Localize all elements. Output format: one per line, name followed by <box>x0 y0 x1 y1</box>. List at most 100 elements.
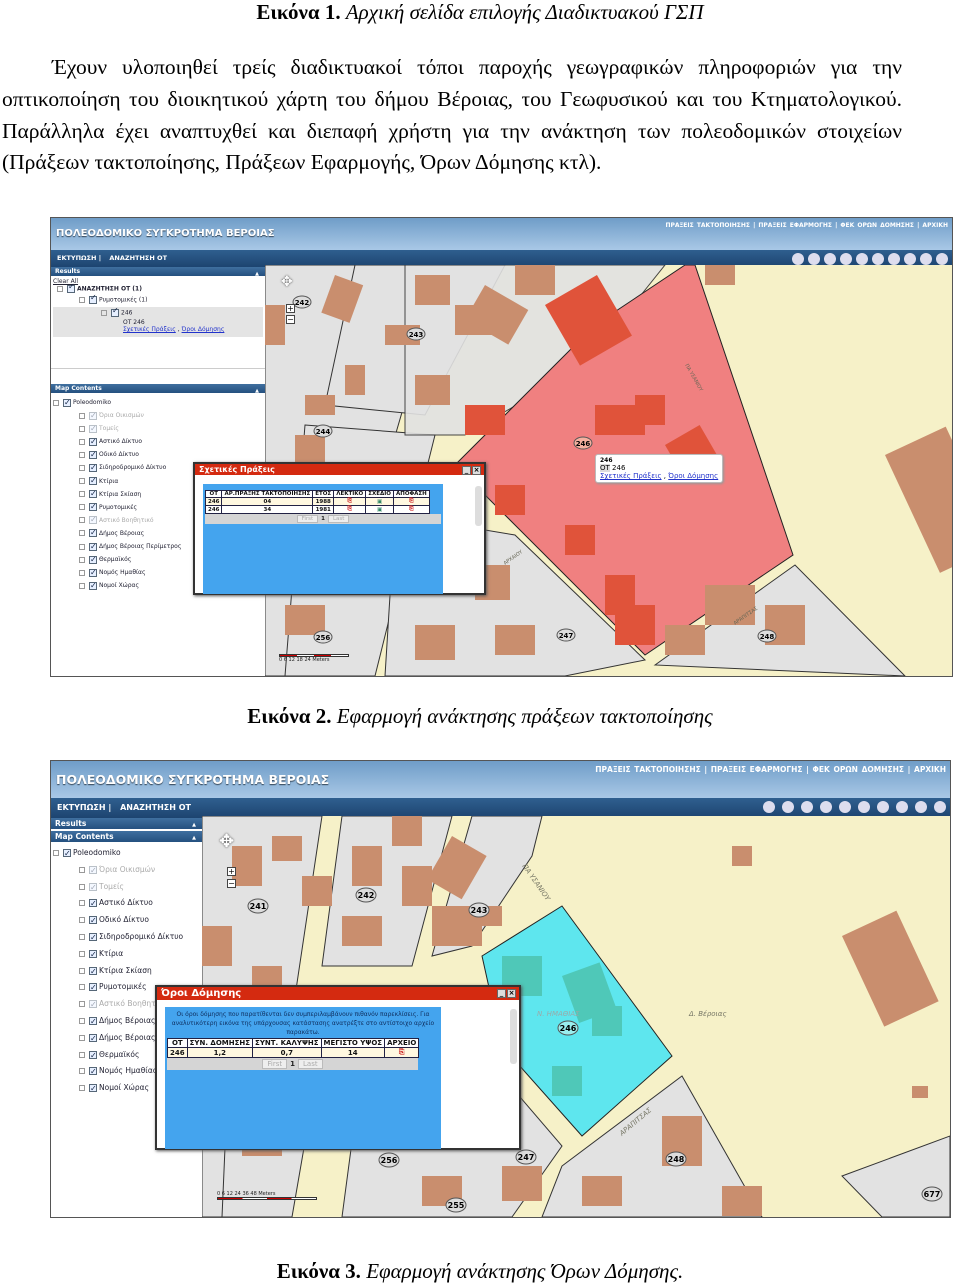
zoom-in-icon[interactable] <box>792 253 804 265</box>
expand-icon[interactable] <box>79 1051 85 1058</box>
checkbox[interactable] <box>89 566 97 579</box>
last-page-button[interactable]: Last <box>298 1059 323 1069</box>
checkbox[interactable] <box>89 448 97 461</box>
expand-icon[interactable] <box>79 967 85 974</box>
related-acts-link[interactable]: Σχετικές Πράξεις <box>600 472 662 480</box>
map-zoom-in-button[interactable]: + <box>227 867 236 876</box>
checkbox[interactable] <box>89 947 97 964</box>
first-page-button[interactable]: First <box>296 515 319 523</box>
image-icon[interactable]: ▣ <box>365 505 394 514</box>
checkbox[interactable] <box>111 306 119 317</box>
zoom-out-icon[interactable] <box>808 253 820 265</box>
collapse-icon[interactable] <box>53 850 59 856</box>
checkbox[interactable] <box>89 409 97 422</box>
pan-arrows-icon[interactable]: ✥ <box>219 831 234 852</box>
print-icon[interactable] <box>915 801 927 813</box>
link-praxeis-efarmogis[interactable]: ΠΡΑΞΕΙΣ ΕΦΑΡΜΟΓΗΣ <box>711 765 803 774</box>
checkbox[interactable] <box>89 1081 97 1098</box>
expand-icon[interactable] <box>79 900 85 907</box>
checkbox[interactable] <box>89 930 97 947</box>
expand-icon[interactable] <box>79 984 85 991</box>
collapse-icon[interactable] <box>53 399 59 406</box>
dialog-titlebar[interactable]: Σχετικές Πράξεις _ × <box>195 464 484 475</box>
map-zoom-out-button[interactable]: − <box>286 315 295 324</box>
expand-icon[interactable] <box>79 438 85 445</box>
link-fek[interactable]: ΦΕΚ ΟΡΩΝ ΔΟΜΗΣΗΣ <box>840 222 914 229</box>
layer-item[interactable]: Τομείς <box>53 879 200 896</box>
checkbox[interactable] <box>63 396 71 409</box>
checkbox[interactable] <box>89 526 97 540</box>
checkbox[interactable] <box>89 913 97 930</box>
minimize-icon[interactable]: _ <box>462 466 471 475</box>
checkbox[interactable] <box>67 282 75 293</box>
results-panel-header[interactable]: Results <box>51 818 202 829</box>
checkbox[interactable] <box>89 293 97 304</box>
expand-icon[interactable] <box>79 543 85 550</box>
checkbox[interactable] <box>89 880 97 896</box>
checkbox[interactable] <box>89 980 97 997</box>
layer-item[interactable]: Αστικό Δίκτυο <box>53 895 200 913</box>
checkbox[interactable] <box>89 1048 97 1064</box>
checkbox[interactable] <box>89 1064 97 1081</box>
map-contents-header[interactable]: Map Contents <box>51 831 202 842</box>
checkbox[interactable] <box>89 487 97 500</box>
expand-icon[interactable] <box>79 491 85 498</box>
expand-icon[interactable] <box>79 883 85 890</box>
measure-icon[interactable] <box>936 253 948 265</box>
forward-arrow-icon[interactable] <box>872 253 884 265</box>
results-panel-header[interactable]: Results <box>51 267 265 277</box>
scrollbar[interactable] <box>475 486 482 526</box>
collapse-icon[interactable] <box>79 297 85 303</box>
expand-icon[interactable] <box>79 504 85 511</box>
info-icon[interactable] <box>896 801 908 813</box>
measure-icon[interactable] <box>934 801 946 813</box>
expand-icon[interactable] <box>79 556 85 563</box>
expand-icon[interactable] <box>79 412 85 419</box>
link-praxeis-taktopoiisis[interactable]: ΠΡΑΞΕΙΣ ΤΑΚΤΟΠΟΙΗΣΗΣ <box>665 222 750 229</box>
checkbox[interactable] <box>89 474 97 487</box>
expand-icon[interactable] <box>79 451 85 458</box>
link-praxeis-efarmogis[interactable]: ΠΡΑΞΕΙΣ ΕΦΑΡΜΟΓΗΣ <box>758 222 832 229</box>
pdf-icon[interactable]: ⎘ <box>333 505 367 514</box>
pan-arrows-icon[interactable]: ✥ <box>281 274 293 290</box>
checkbox[interactable] <box>89 435 97 448</box>
layer-item[interactable]: Κτίρια Σκίαση <box>53 963 200 980</box>
pdf-icon[interactable]: ⎘ <box>384 1047 420 1058</box>
close-icon[interactable]: × <box>507 989 516 998</box>
last-page-button[interactable]: Last <box>327 515 350 523</box>
layer-item[interactable]: Οδικό Δίκτυο <box>53 912 200 930</box>
zoom-in-icon[interactable] <box>763 801 775 813</box>
expand-icon[interactable] <box>79 478 85 485</box>
expand-icon[interactable] <box>79 517 85 524</box>
related-acts-link[interactable]: Σχετικές Πράξεις <box>123 326 176 333</box>
checkbox[interactable] <box>63 846 71 863</box>
map-zoom-in-button[interactable]: + <box>286 304 295 313</box>
info-icon[interactable] <box>904 253 916 265</box>
checkbox[interactable] <box>89 579 97 592</box>
checkbox[interactable] <box>89 553 97 566</box>
collapse-icon[interactable] <box>57 286 63 292</box>
layer-item[interactable]: Όρια Οικισμών <box>53 409 263 422</box>
link-home[interactable]: ΑΡΧΙΚΗ <box>922 222 948 229</box>
scrollbar[interactable] <box>510 1009 517 1064</box>
expand-icon[interactable] <box>79 582 85 589</box>
link-fek[interactable]: ΦΕΚ ΟΡΩΝ ΔΟΜΗΣΗΣ <box>813 765 905 774</box>
close-icon[interactable]: × <box>472 466 481 475</box>
layer-item[interactable]: Αστικό Δίκτυο <box>53 435 263 448</box>
nav-print[interactable]: ΕΚΤΥΠΩΣΗ <box>57 803 106 812</box>
dialog-titlebar[interactable]: Όροι Δόμησης _ × <box>157 987 519 1000</box>
select-icon[interactable] <box>888 253 900 265</box>
full-extent-globe-icon[interactable] <box>840 253 852 265</box>
pan-hand-icon[interactable] <box>801 801 813 813</box>
back-arrow-icon[interactable] <box>839 801 851 813</box>
building-terms-link[interactable]: Όροι Δόμησης <box>182 326 225 333</box>
expand-icon[interactable] <box>79 569 85 576</box>
checkbox[interactable] <box>89 500 97 513</box>
checkbox[interactable] <box>89 1031 97 1048</box>
expand-icon[interactable] <box>79 1085 85 1092</box>
zoom-out-icon[interactable] <box>782 801 794 813</box>
nav-print[interactable]: ΕΚΤΥΠΩΣΗ <box>57 254 96 262</box>
checkbox[interactable] <box>89 896 97 913</box>
layer-item[interactable]: Σιδηροδρομικό Δίκτυο <box>53 929 200 947</box>
checkbox[interactable] <box>89 997 97 1014</box>
